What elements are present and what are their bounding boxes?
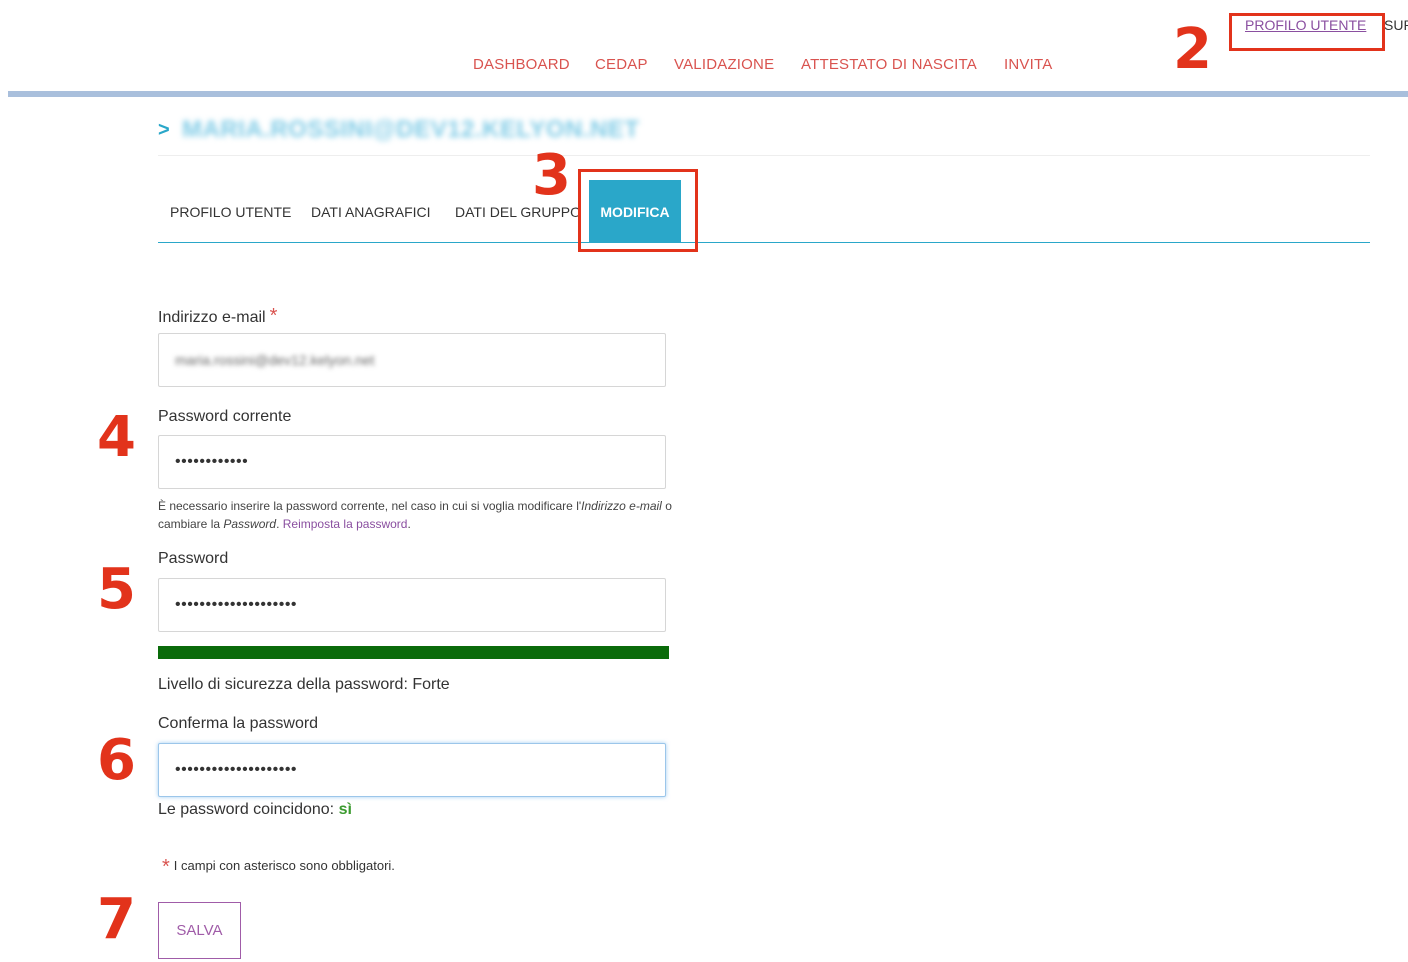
nav-attestato-di-nascita[interactable]: ATTESTATO DI NASCITA [801, 56, 977, 73]
nav-validazione[interactable]: VALIDAZIONE [674, 56, 774, 73]
header-divider [8, 91, 1408, 97]
nav-cut-item[interactable]: SUP [1384, 17, 1408, 33]
current-password-help: È necessario inserire la password corren… [158, 499, 672, 531]
tab-profilo-utente[interactable]: PROFILO UTENTE [170, 204, 291, 220]
title-divider [158, 155, 1370, 156]
tab-dati-anagrafici[interactable]: DATI ANAGRAFICI [311, 204, 431, 220]
password-strength-text: Livello di sicurezza della password: For… [158, 676, 450, 693]
current-password-value: •••••••••••• [175, 453, 249, 470]
email-value: maria.rossini@dev12.kelyon.net [175, 352, 375, 368]
required-asterisk: * [162, 856, 170, 878]
confirm-password-value: •••••••••••••••••••• [175, 761, 298, 778]
nav-cedap[interactable]: CEDAP [595, 56, 648, 73]
step-7-marker: 7 [97, 887, 136, 952]
reset-password-link[interactable]: Reimposta la password [283, 517, 408, 531]
step-4-marker: 4 [97, 405, 136, 470]
confirm-password-label: Conferma la password [158, 715, 319, 732]
highlight-box-modifica-tab [578, 169, 698, 252]
password-match-status: sì [338, 801, 352, 818]
email-label: Indirizzo e-mail * [158, 305, 278, 327]
nav-invita[interactable]: INVITA [1004, 56, 1052, 73]
nav-dashboard[interactable]: DASHBOARD [473, 56, 570, 73]
required-fields-note: * I campi con asterisco sono obbligatori. [162, 856, 395, 878]
password-label: Password [158, 550, 229, 567]
password-match-text: Le password coincidono: sì [158, 801, 352, 818]
password-field[interactable]: •••••••••••••••••••• [158, 578, 666, 632]
current-password-label: Password corrente [158, 408, 292, 425]
password-strength-bar [158, 646, 669, 659]
breadcrumb-arrow-icon: > [158, 119, 170, 141]
required-asterisk: * [269, 305, 278, 327]
email-field[interactable]: maria.rossini@dev12.kelyon.net [158, 333, 666, 387]
step-3-marker: 3 [532, 143, 571, 208]
save-button[interactable]: SALVA [158, 902, 241, 959]
password-value: •••••••••••••••••••• [175, 596, 298, 613]
current-password-field[interactable]: •••••••••••• [158, 435, 666, 489]
tabs-underline [158, 242, 1370, 243]
step-2-marker: 2 [1173, 17, 1212, 82]
confirm-password-field[interactable]: •••••••••••••••••••• [158, 743, 666, 797]
highlight-box-profile-link [1229, 13, 1385, 51]
page-title: MARIA.ROSSINI@DEV12.KELYON.NET [182, 116, 640, 143]
step-6-marker: 6 [97, 728, 136, 793]
step-5-marker: 5 [97, 557, 136, 622]
